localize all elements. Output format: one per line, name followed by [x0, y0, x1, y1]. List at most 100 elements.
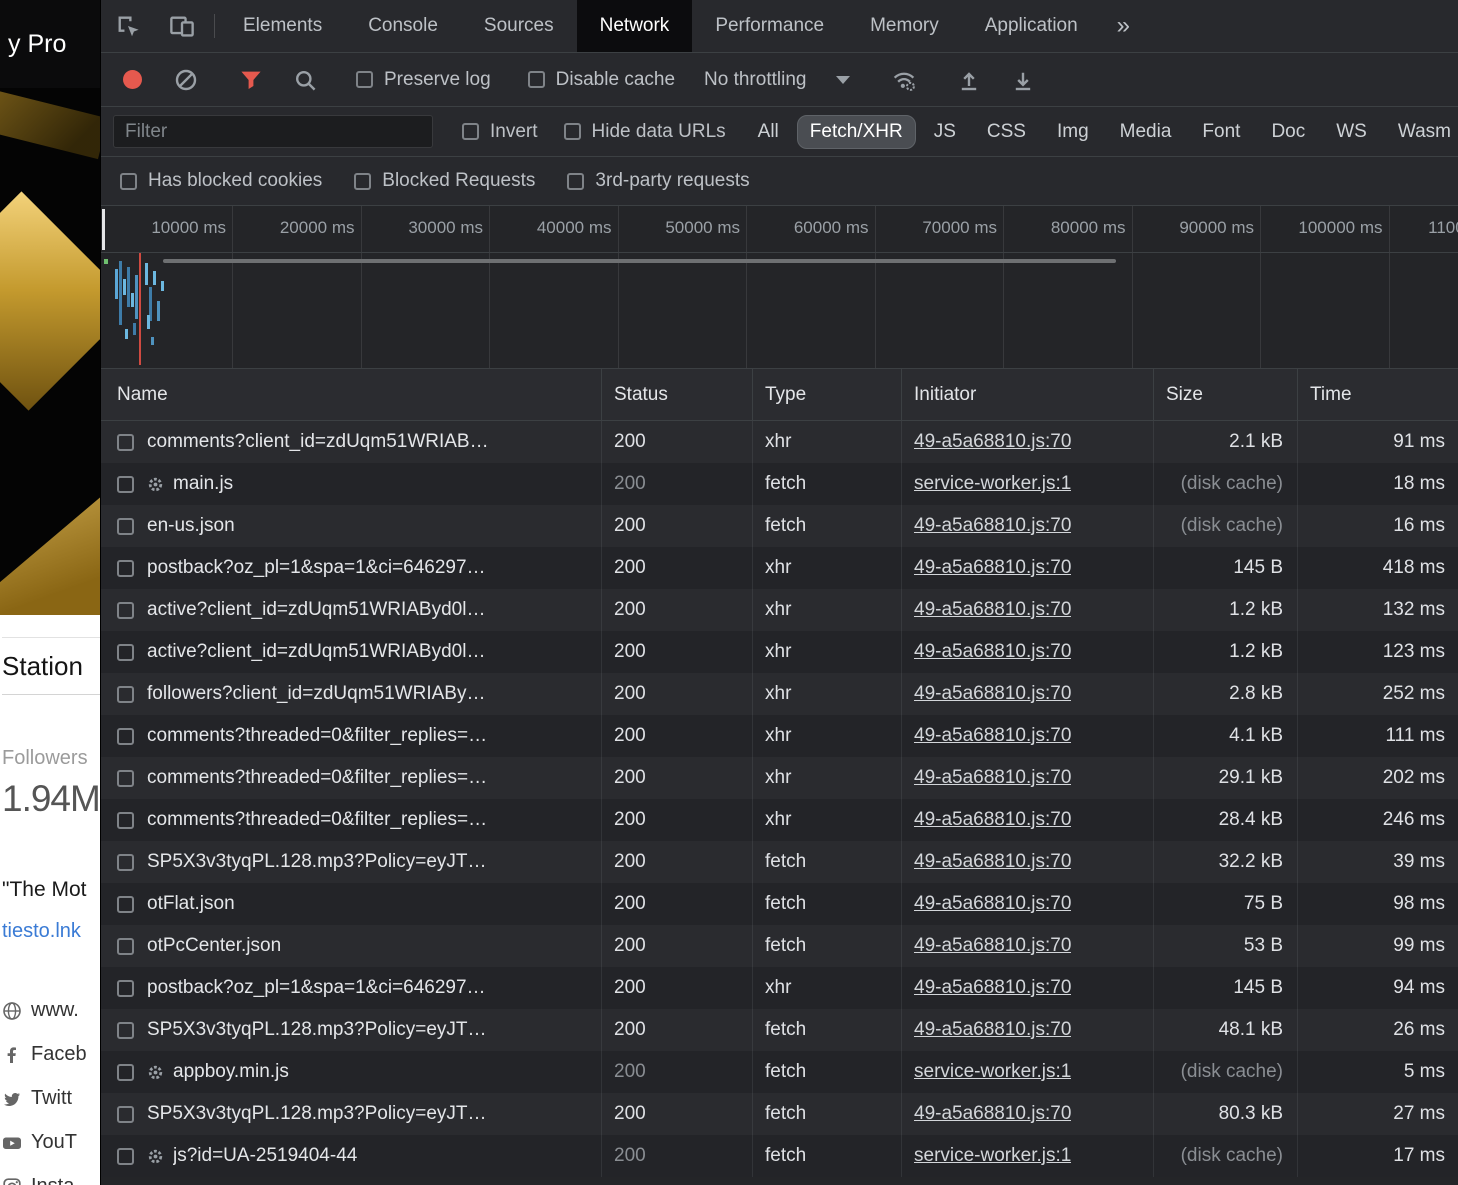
request-initiator[interactable]: 49-a5a68810.js:70 — [914, 431, 1071, 453]
column-header-initiator[interactable]: Initiator — [902, 369, 1154, 420]
table-row[interactable]: postback?oz_pl=1&spa=1&ci=646297… 200 xh… — [101, 547, 1458, 589]
row-checkbox[interactable] — [117, 560, 134, 577]
request-initiator[interactable]: 49-a5a68810.js:70 — [914, 809, 1071, 831]
filter-pill-all[interactable]: All — [745, 115, 792, 149]
request-name[interactable]: js?id=UA-2519404-44 — [173, 1145, 357, 1167]
row-checkbox[interactable] — [117, 518, 134, 535]
social-link[interactable]: Twitt — [2, 1087, 100, 1110]
social-link[interactable]: YouT — [2, 1131, 100, 1154]
bio-link[interactable]: tiesto.lnk — [2, 920, 100, 943]
blocked-requests-checkbox[interactable]: Blocked Requests — [341, 170, 548, 192]
row-checkbox[interactable] — [117, 602, 134, 619]
table-row[interactable]: js?id=UA-2519404-44 200 fetch service-wo… — [101, 1135, 1458, 1177]
export-har-icon[interactable] — [996, 68, 1050, 92]
hide-data-urls-checkbox[interactable]: Hide data URLs — [551, 121, 739, 143]
tab-network[interactable]: Network — [577, 0, 693, 52]
record-icon[interactable] — [105, 70, 159, 89]
row-checkbox[interactable] — [117, 854, 134, 871]
request-name[interactable]: en-us.json — [147, 515, 235, 537]
request-initiator[interactable]: 49-a5a68810.js:70 — [914, 767, 1071, 789]
table-row[interactable]: comments?threaded=0&filter_replies=… 200… — [101, 799, 1458, 841]
social-link[interactable]: Faceb — [2, 1043, 100, 1066]
row-checkbox[interactable] — [117, 896, 134, 913]
request-name[interactable]: active?client_id=zdUqm51WRIAByd0l… — [147, 641, 485, 663]
3rd-party-requests-checkbox[interactable]: 3rd-party requests — [554, 170, 762, 192]
table-row[interactable]: SP5X3v3tyqPL.128.mp3?Policy=eyJT… 200 fe… — [101, 1009, 1458, 1051]
tab-memory[interactable]: Memory — [847, 0, 962, 52]
request-initiator[interactable]: 49-a5a68810.js:70 — [914, 557, 1071, 579]
filter-pill-wasm[interactable]: Wasm — [1385, 115, 1458, 149]
row-checkbox[interactable] — [117, 1022, 134, 1039]
table-row[interactable]: otFlat.json 200 fetch 49-a5a68810.js:70 … — [101, 883, 1458, 925]
timeline-overview[interactable]: 10000 ms20000 ms30000 ms40000 ms50000 ms… — [101, 206, 1458, 369]
request-initiator[interactable]: 49-a5a68810.js:70 — [914, 1103, 1071, 1125]
filter-pill-ws[interactable]: WS — [1323, 115, 1380, 149]
overview-handle[interactable] — [102, 209, 105, 250]
tab-elements[interactable]: Elements — [220, 0, 345, 52]
request-initiator[interactable]: 49-a5a68810.js:70 — [914, 893, 1071, 915]
row-checkbox[interactable] — [117, 938, 134, 955]
preserve-log-checkbox[interactable]: Preserve log — [343, 69, 504, 91]
request-name[interactable]: comments?client_id=zdUqm51WRIAB… — [147, 431, 489, 453]
station-tab[interactable]: Station — [2, 637, 100, 695]
filter-pill-media[interactable]: Media — [1107, 115, 1185, 149]
filter-pill-css[interactable]: CSS — [974, 115, 1039, 149]
has-blocked-cookies-checkbox[interactable]: Has blocked cookies — [107, 170, 335, 192]
table-row[interactable]: active?client_id=zdUqm51WRIAByd0l… 200 x… — [101, 589, 1458, 631]
clear-icon[interactable] — [159, 68, 213, 92]
request-initiator[interactable]: 49-a5a68810.js:70 — [914, 1019, 1071, 1041]
tab-application[interactable]: Application — [962, 0, 1101, 52]
device-toolbar-icon[interactable] — [155, 0, 209, 52]
social-link[interactable]: www. — [2, 999, 100, 1022]
request-initiator[interactable]: service-worker.js:1 — [914, 473, 1071, 495]
request-name[interactable]: otFlat.json — [147, 893, 235, 915]
row-checkbox[interactable] — [117, 1064, 134, 1081]
tab-console[interactable]: Console — [345, 0, 461, 52]
waterfall-overview[interactable] — [101, 253, 1458, 369]
request-name[interactable]: SP5X3v3tyqPL.128.mp3?Policy=eyJT… — [147, 851, 487, 873]
table-row[interactable]: SP5X3v3tyqPL.128.mp3?Policy=eyJT… 200 fe… — [101, 1093, 1458, 1135]
request-name[interactable]: followers?client_id=zdUqm51WRIABy… — [147, 683, 485, 705]
request-initiator[interactable]: 49-a5a68810.js:70 — [914, 851, 1071, 873]
filter-icon[interactable] — [224, 68, 278, 92]
request-initiator[interactable]: service-worker.js:1 — [914, 1061, 1071, 1083]
row-checkbox[interactable] — [117, 728, 134, 745]
request-name[interactable]: SP5X3v3tyqPL.128.mp3?Policy=eyJT… — [147, 1019, 487, 1041]
row-checkbox[interactable] — [117, 1148, 134, 1165]
request-name[interactable]: SP5X3v3tyqPL.128.mp3?Policy=eyJT… — [147, 1103, 487, 1125]
row-checkbox[interactable] — [117, 434, 134, 451]
request-name[interactable]: otPcCenter.json — [147, 935, 281, 957]
search-icon[interactable] — [278, 68, 332, 92]
column-header-size[interactable]: Size — [1154, 369, 1298, 420]
throttling-select[interactable]: No throttling — [688, 69, 866, 91]
request-initiator[interactable]: 49-a5a68810.js:70 — [914, 977, 1071, 999]
row-checkbox[interactable] — [117, 476, 134, 493]
request-name[interactable]: appboy.min.js — [173, 1061, 289, 1083]
request-name[interactable]: comments?threaded=0&filter_replies=… — [147, 725, 487, 747]
table-row[interactable]: postback?oz_pl=1&spa=1&ci=646297… 200 xh… — [101, 967, 1458, 1009]
column-header-status[interactable]: Status — [602, 369, 753, 420]
table-row[interactable]: SP5X3v3tyqPL.128.mp3?Policy=eyJT… 200 fe… — [101, 841, 1458, 883]
filter-pill-fetch-xhr[interactable]: Fetch/XHR — [797, 115, 916, 149]
column-header-time[interactable]: Time — [1298, 369, 1458, 420]
invert-checkbox[interactable]: Invert — [449, 121, 551, 143]
social-link[interactable]: Insta — [2, 1175, 100, 1185]
disable-cache-checkbox[interactable]: Disable cache — [515, 69, 688, 91]
column-header-name[interactable]: Name — [101, 369, 602, 420]
request-name[interactable]: comments?threaded=0&filter_replies=… — [147, 809, 487, 831]
table-row[interactable]: otPcCenter.json 200 fetch 49-a5a68810.js… — [101, 925, 1458, 967]
filter-pill-font[interactable]: Font — [1189, 115, 1253, 149]
request-initiator[interactable]: 49-a5a68810.js:70 — [914, 683, 1071, 705]
request-initiator[interactable]: 49-a5a68810.js:70 — [914, 641, 1071, 663]
row-checkbox[interactable] — [117, 686, 134, 703]
request-name[interactable]: postback?oz_pl=1&spa=1&ci=646297… — [147, 977, 486, 999]
row-checkbox[interactable] — [117, 1106, 134, 1123]
table-row[interactable]: appboy.min.js 200 fetch service-worker.j… — [101, 1051, 1458, 1093]
row-checkbox[interactable] — [117, 644, 134, 661]
row-checkbox[interactable] — [117, 980, 134, 997]
request-name[interactable]: active?client_id=zdUqm51WRIAByd0l… — [147, 599, 485, 621]
tab-performance[interactable]: Performance — [692, 0, 847, 52]
import-har-icon[interactable] — [942, 68, 996, 92]
request-initiator[interactable]: 49-a5a68810.js:70 — [914, 725, 1071, 747]
table-row[interactable]: en-us.json 200 fetch 49-a5a68810.js:70 (… — [101, 505, 1458, 547]
